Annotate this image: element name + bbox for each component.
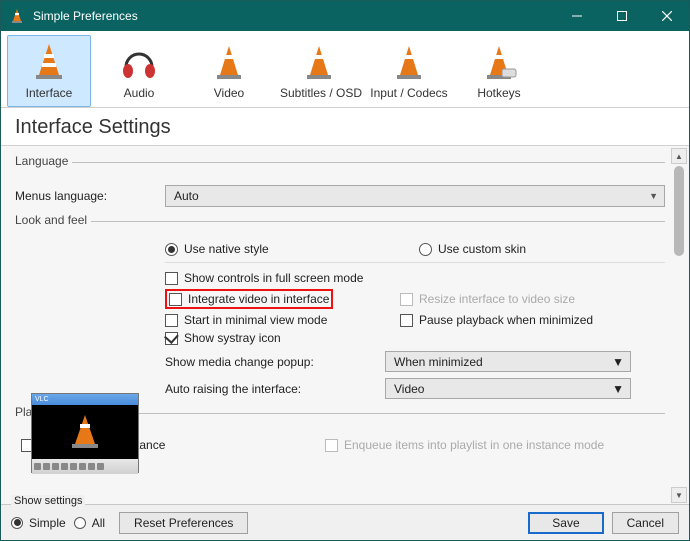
app-icon xyxy=(9,8,25,24)
button-label: Reset Preferences xyxy=(134,516,233,530)
category-hotkeys[interactable]: Hotkeys xyxy=(457,35,541,107)
group-label: Language xyxy=(15,154,72,168)
check-resize-to-video xyxy=(400,293,413,306)
media-change-popup-select[interactable]: When minimized ▼ xyxy=(385,351,631,372)
check-fullscreen-controls[interactable] xyxy=(165,272,178,285)
chevron-down-icon: ▼ xyxy=(612,382,624,396)
radio-label: Simple xyxy=(29,516,66,530)
category-label: Input / Codecs xyxy=(370,86,448,100)
check-enqueue xyxy=(325,439,338,452)
select-value: When minimized xyxy=(394,355,483,369)
category-label: Interface xyxy=(10,86,88,100)
radio-label: Use custom skin xyxy=(438,242,526,256)
divider xyxy=(165,262,665,263)
cone-icon xyxy=(460,40,538,84)
bottom-bar: Show settings Simple All Reset Preferenc… xyxy=(1,504,689,540)
radio-custom-skin[interactable] xyxy=(419,243,432,256)
skin-preview-thumbnail: VLC xyxy=(31,393,139,473)
check-label: Show controls in full screen mode xyxy=(184,271,363,285)
menus-language-label: Menus language: xyxy=(15,189,165,203)
save-button[interactable]: Save xyxy=(528,512,603,534)
radio-simple[interactable] xyxy=(11,517,23,529)
page-title: Interface Settings xyxy=(1,108,689,145)
group-language: Language Menus language: Auto ▼ xyxy=(15,162,665,207)
cancel-button[interactable]: Cancel xyxy=(612,512,679,534)
check-pause-minimized[interactable] xyxy=(400,314,413,327)
category-subtitles[interactable]: Subtitles / OSD xyxy=(277,35,361,107)
cone-icon xyxy=(280,40,358,84)
show-settings-label: Show settings xyxy=(11,495,85,507)
cone-icon xyxy=(370,40,448,84)
check-integrate-video[interactable] xyxy=(169,293,182,306)
category-video[interactable]: Video xyxy=(187,35,271,107)
group-label: Look and feel xyxy=(15,213,91,227)
reset-preferences-button[interactable]: Reset Preferences xyxy=(119,512,248,534)
category-label: Video xyxy=(190,86,268,100)
category-interface[interactable]: Interface xyxy=(7,35,91,107)
check-label: Pause playback when minimized xyxy=(419,313,593,327)
scroll-thumb[interactable] xyxy=(674,166,684,256)
highlighted-option: Integrate video in interface xyxy=(165,289,333,309)
check-label: Start in minimal view mode xyxy=(184,313,327,327)
category-input-codecs[interactable]: Input / Codecs xyxy=(367,35,451,107)
radio-all[interactable] xyxy=(74,517,86,529)
auto-raise-label: Auto raising the interface: xyxy=(165,382,385,396)
button-label: Save xyxy=(552,516,579,530)
menus-language-select[interactable]: Auto ▼ xyxy=(165,185,665,207)
scroll-down-icon[interactable]: ▼ xyxy=(671,487,687,503)
check-label: Enqueue items into playlist in one insta… xyxy=(344,438,604,452)
button-label: Cancel xyxy=(627,516,664,530)
maximize-button[interactable] xyxy=(599,1,644,31)
select-value: Video xyxy=(394,382,424,396)
window-title: Simple Preferences xyxy=(33,9,554,23)
category-label: Subtitles / OSD xyxy=(280,86,358,100)
category-label: Hotkeys xyxy=(460,86,538,100)
category-audio[interactable]: Audio xyxy=(97,35,181,107)
category-tabbar: Interface Audio Video xyxy=(1,31,689,108)
category-label: Audio xyxy=(100,86,178,100)
media-change-popup-label: Show media change popup: xyxy=(165,355,385,369)
check-systray[interactable] xyxy=(165,332,178,345)
radio-label: All xyxy=(92,516,105,530)
vertical-scrollbar[interactable]: ▲ ▼ xyxy=(671,148,687,503)
select-value: Auto xyxy=(174,189,199,203)
check-label: Show systray icon xyxy=(184,331,281,345)
close-button[interactable] xyxy=(644,1,689,31)
auto-raise-select[interactable]: Video ▼ xyxy=(385,378,631,399)
check-label: Resize interface to video size xyxy=(419,292,575,306)
chevron-down-icon: ▼ xyxy=(649,191,658,201)
cone-icon xyxy=(190,40,268,84)
titlebar: Simple Preferences xyxy=(1,1,689,31)
minimize-button[interactable] xyxy=(554,1,599,31)
cone-icon xyxy=(10,40,88,84)
radio-label: Use native style xyxy=(184,242,269,256)
radio-native-style[interactable] xyxy=(165,243,178,256)
scroll-up-icon[interactable]: ▲ xyxy=(671,148,687,164)
headphones-icon xyxy=(100,40,178,84)
chevron-down-icon: ▼ xyxy=(612,355,624,369)
check-start-minimal[interactable] xyxy=(165,314,178,327)
check-label: Integrate video in interface xyxy=(188,292,329,306)
group-look-feel: Look and feel Use native style Use custo… xyxy=(15,221,665,399)
